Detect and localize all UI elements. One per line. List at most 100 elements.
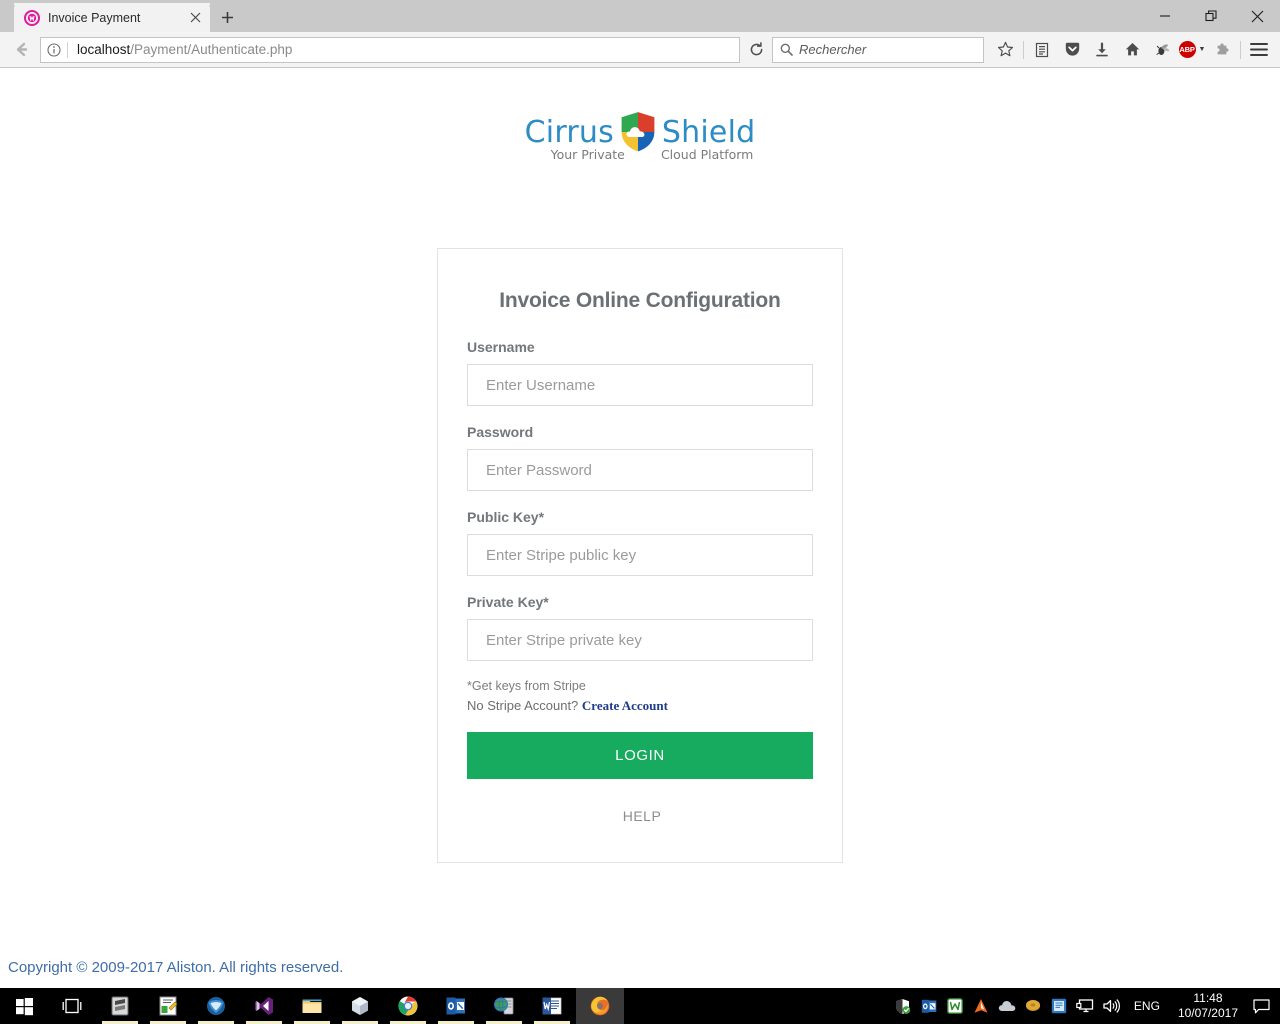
copyright-text: Copyright © 2009-2017 Aliston. All right… bbox=[8, 959, 344, 976]
sublime-text-icon bbox=[111, 996, 129, 1016]
public-key-input[interactable] bbox=[467, 534, 813, 576]
url-path: /Payment/Authenticate.php bbox=[130, 42, 293, 57]
login-button[interactable]: LOGIN bbox=[467, 732, 813, 779]
url-bar[interactable]: localhost/Payment/Authenticate.php bbox=[40, 36, 740, 63]
clock-time: 11:48 bbox=[1193, 991, 1223, 1005]
password-label: Password bbox=[467, 424, 534, 440]
chrome-button[interactable] bbox=[384, 988, 432, 1024]
url-host: localhost bbox=[77, 42, 131, 57]
server-app-button[interactable] bbox=[480, 988, 528, 1024]
notepadpp-button[interactable] bbox=[144, 988, 192, 1024]
stripe-keys-note: *Get keys from Stripe bbox=[467, 679, 586, 693]
page-viewport: Cirrus Shield Your Private Cloud Platfor… bbox=[0, 68, 1280, 988]
firefox-button[interactable] bbox=[576, 988, 624, 1024]
extension-icon[interactable] bbox=[1207, 35, 1237, 65]
logo-word-left: Cirrus bbox=[524, 114, 614, 150]
tab-title: Invoice Payment bbox=[48, 10, 141, 25]
cube-icon bbox=[352, 997, 368, 1015]
logo-block: Cirrus Shield Your Private Cloud Platfor… bbox=[0, 68, 1280, 162]
tagline-left: Your Private bbox=[550, 147, 625, 162]
downloads-icon[interactable] bbox=[1087, 35, 1117, 65]
visual-studio-button[interactable] bbox=[240, 988, 288, 1024]
browser-tab[interactable]: Invoice Payment bbox=[14, 3, 210, 32]
outlook-tray-icon[interactable] bbox=[916, 988, 942, 1024]
thunderbird-icon bbox=[207, 997, 225, 1015]
file-explorer-button[interactable] bbox=[288, 988, 336, 1024]
bug-icon[interactable] bbox=[1147, 35, 1177, 65]
login-card: Invoice Online Configuration Username Pa… bbox=[437, 248, 843, 863]
stripe-account-prefix: No Stripe Account? bbox=[467, 698, 579, 713]
close-window-icon[interactable] bbox=[1234, 0, 1280, 32]
windows-taskbar: ENG 11:48 10/07/2017 bbox=[0, 988, 1280, 1024]
network-config-icon[interactable] bbox=[1046, 988, 1072, 1024]
thunderbird-button[interactable] bbox=[192, 988, 240, 1024]
toolbar-divider bbox=[1023, 40, 1024, 59]
search-icon bbox=[773, 38, 799, 62]
pocket-icon[interactable] bbox=[1057, 35, 1087, 65]
display-icon[interactable] bbox=[1072, 988, 1098, 1024]
restore-icon[interactable] bbox=[1188, 0, 1234, 32]
cirrus-shield-logo: Cirrus Shield Your Private Cloud Platfor… bbox=[524, 104, 756, 162]
volume-icon[interactable] bbox=[1098, 988, 1124, 1024]
minimize-icon[interactable] bbox=[1142, 0, 1188, 32]
private-key-input[interactable] bbox=[467, 619, 813, 661]
clock[interactable]: 11:48 10/07/2017 bbox=[1170, 991, 1246, 1021]
window-controls bbox=[1142, 0, 1280, 32]
outlook-button[interactable] bbox=[432, 988, 480, 1024]
search-input-placeholder[interactable]: Rechercher bbox=[799, 42, 983, 57]
stripe-account-note: No Stripe Account? Create Account bbox=[467, 698, 813, 714]
windows-defender-icon[interactable] bbox=[890, 988, 916, 1024]
username-input[interactable] bbox=[467, 364, 813, 406]
file-explorer-icon bbox=[302, 999, 322, 1013]
password-input[interactable] bbox=[467, 449, 813, 491]
url-text: localhost/Payment/Authenticate.php bbox=[68, 42, 739, 57]
task-view-button[interactable] bbox=[48, 988, 96, 1024]
tagline-right: Cloud Platform bbox=[660, 147, 754, 162]
logo-tagline: Your Private Cloud Platform bbox=[525, 147, 756, 162]
word-button[interactable] bbox=[528, 988, 576, 1024]
word-icon bbox=[542, 997, 562, 1015]
new-tab-button[interactable] bbox=[212, 3, 242, 32]
bookmark-star-icon[interactable] bbox=[990, 35, 1020, 65]
search-bar[interactable]: Rechercher bbox=[772, 36, 984, 63]
abp-badge: ABP bbox=[1178, 41, 1196, 58]
windows-logo-icon bbox=[15, 997, 33, 1015]
private-key-label: Private Key* bbox=[467, 594, 549, 610]
visual-studio-icon bbox=[255, 997, 273, 1015]
notification-icon bbox=[1252, 998, 1270, 1013]
back-arrow-icon[interactable] bbox=[6, 35, 36, 65]
create-account-link[interactable]: Create Account bbox=[582, 698, 668, 713]
avast-icon[interactable] bbox=[968, 988, 994, 1024]
sublime-text-button[interactable] bbox=[96, 988, 144, 1024]
help-link[interactable]: HELP bbox=[619, 808, 662, 824]
toolbar-divider-2 bbox=[1240, 40, 1241, 59]
reader-list-icon[interactable] bbox=[1027, 35, 1057, 65]
hamburger-menu-icon[interactable] bbox=[1244, 35, 1274, 65]
taskbar-items bbox=[0, 988, 624, 1024]
start-button[interactable] bbox=[0, 988, 48, 1024]
chrome-icon bbox=[398, 996, 418, 1016]
browser-window: Invoice Payment localhost/Payment/Authen… bbox=[0, 0, 1280, 988]
adblock-plus-icon[interactable]: ABP ▼ bbox=[1177, 35, 1207, 65]
logo-word-right: Shield bbox=[661, 114, 756, 150]
system-tray: ENG 11:48 10/07/2017 bbox=[890, 988, 1280, 1024]
firefox-icon bbox=[590, 996, 610, 1016]
home-icon[interactable] bbox=[1117, 35, 1147, 65]
help-row: HELP bbox=[467, 808, 813, 826]
wamp-server-icon[interactable] bbox=[942, 988, 968, 1024]
package-app-button[interactable] bbox=[336, 988, 384, 1024]
page-title: Invoice Online Configuration bbox=[499, 289, 781, 312]
onedrive-icon[interactable] bbox=[994, 988, 1020, 1024]
info-circle-icon[interactable] bbox=[41, 38, 67, 62]
notepad-plus-plus-icon bbox=[159, 996, 178, 1016]
wamp-favicon-icon bbox=[24, 9, 40, 26]
reload-icon[interactable] bbox=[742, 37, 770, 63]
task-view-icon bbox=[62, 998, 82, 1014]
public-key-label: Public Key* bbox=[467, 509, 545, 525]
disc-icon[interactable] bbox=[1020, 988, 1046, 1024]
outlook-icon bbox=[446, 997, 465, 1015]
language-indicator[interactable]: ENG bbox=[1124, 999, 1170, 1013]
action-center-button[interactable] bbox=[1246, 988, 1276, 1024]
server-globe-icon bbox=[494, 997, 514, 1015]
tab-close-icon[interactable] bbox=[186, 9, 204, 27]
